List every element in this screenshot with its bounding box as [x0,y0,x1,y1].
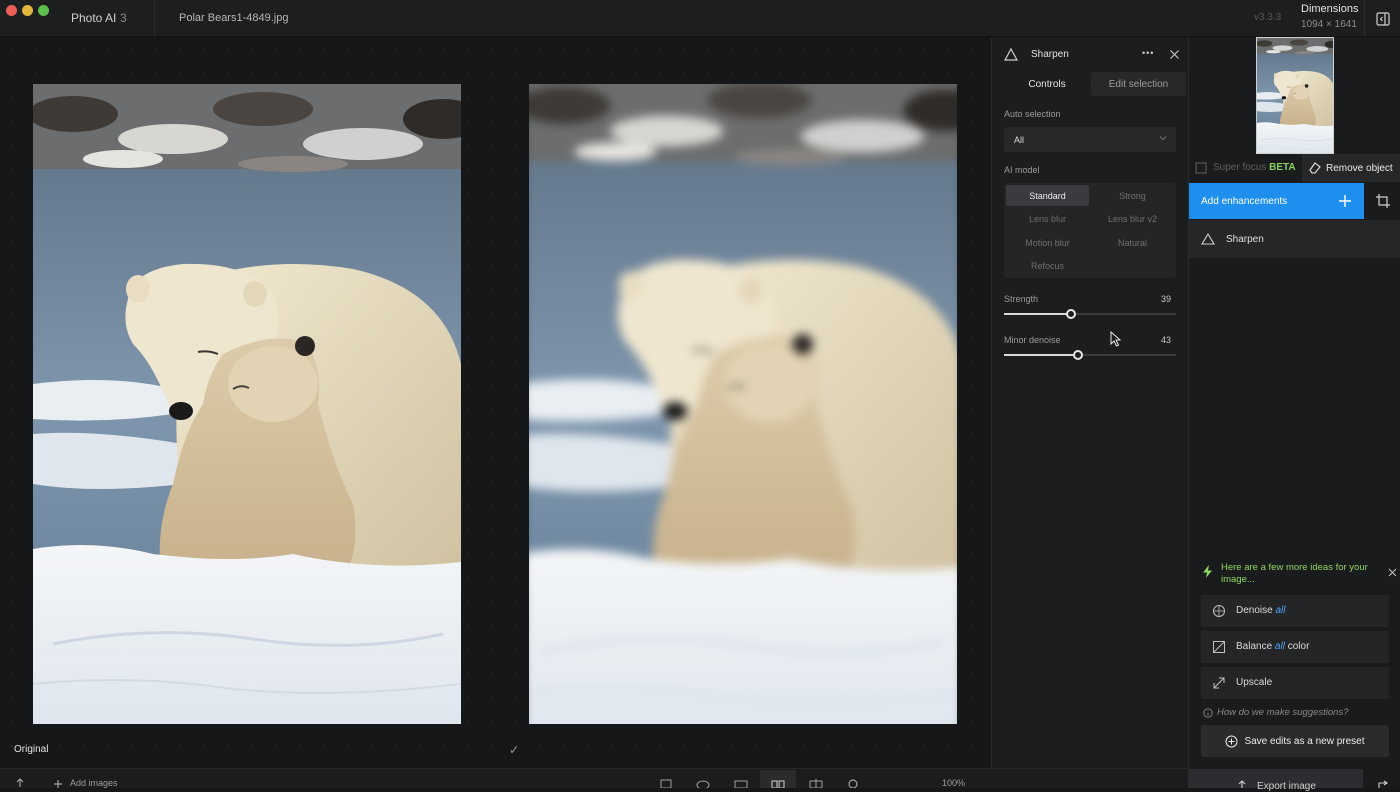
super-focus-button[interactable]: Super focus BETA [1213,162,1296,173]
upscale-icon [1213,677,1225,689]
strength-slider-handle[interactable] [1066,309,1076,319]
idea-suffix: color [1287,641,1310,652]
sharpen-triangle-icon [1004,48,1018,61]
idea-tag: all [1274,641,1285,652]
add-icon[interactable] [50,776,66,788]
ai-model-label: AI model [1004,165,1040,175]
lightning-icon [1203,565,1212,578]
split-view-icon[interactable] [808,776,824,788]
version-label: v3.3.3 [1254,12,1282,23]
title-bar: Photo AI 3 Polar Bears1-4849.jpg v3.3.3 … [0,0,1400,37]
side-by-side-icon [771,780,785,788]
export-icon [1238,780,1246,788]
panel-title: Sharpen [1031,49,1069,60]
sharpen-triangle-icon [1201,233,1215,245]
idea-label: Upscale [1236,677,1273,688]
auto-selection-value: All [1014,135,1025,145]
dimensions-value: 1094 × 1641 [1301,19,1357,30]
chevron-down-icon [1159,136,1167,141]
more-options-button[interactable]: ••• [1142,48,1154,58]
save-preset-label: Save edits as a new preset [1244,735,1365,747]
model-refocus[interactable]: Refocus [1006,255,1089,276]
check-icon: ✓ [509,743,520,757]
save-preset-button[interactable]: Save edits as a new preset [1201,725,1389,757]
plus-icon [1339,195,1351,207]
zoom-icon[interactable] [846,776,862,788]
close-icon[interactable] [1388,568,1397,577]
idea-label: Denoise [1236,605,1273,616]
image-count: 3 [120,11,127,25]
share-icon[interactable] [1377,780,1389,788]
close-icon[interactable] [1169,49,1180,60]
enhancement-label: Sharpen [1226,234,1264,245]
divider [154,0,155,37]
minor-denoise-value[interactable]: 43 [1161,335,1171,345]
remove-object-label: Remove object [1326,162,1393,174]
polar-bears-preview-photo [529,84,957,724]
plus-circle-icon [1225,735,1238,747]
image-thumbnail[interactable] [1256,37,1334,154]
file-name: Polar Bears1-4849.jpg [179,12,289,24]
model-standard[interactable]: Standard [1006,185,1089,206]
add-enhancements-label: Add enhancements [1201,196,1288,207]
model-lens-blur[interactable]: Lens blur [1006,208,1089,229]
model-lens-blur-v2[interactable]: Lens blur v2 [1091,208,1174,229]
strength-slider-fill [1004,313,1071,315]
bottom-toolbar [0,768,1188,788]
compare-icon[interactable] [658,776,674,788]
thumbnail-photo [1257,38,1334,154]
zoom-level[interactable]: 100% [942,778,965,788]
single-view-icon[interactable] [733,776,749,788]
sidebar-toggle-icon [1375,11,1390,26]
idea-denoise[interactable]: Denoise all [1201,595,1389,627]
tab-controls[interactable]: Controls [1005,72,1089,96]
auto-selection-label: Auto selection [1004,109,1061,119]
maximize-window-button[interactable] [38,5,49,16]
super-focus-icon [1195,162,1207,174]
idea-balance-color[interactable]: Balance all color [1201,631,1389,663]
auto-selection-dropdown[interactable]: All [1004,127,1176,152]
minor-denoise-slider-handle[interactable] [1073,350,1083,360]
idea-label: Balance [1236,641,1273,652]
app-name: Photo AI [71,11,117,25]
strength-label: Strength [1004,294,1039,304]
tab-edit-selection[interactable]: Edit selection [1091,72,1186,96]
how-suggestions-link[interactable]: How do we make suggestions? [1217,707,1349,718]
denoise-icon [1213,605,1225,617]
export-image-button[interactable]: Export image [1189,769,1363,792]
idea-upscale[interactable]: Upscale [1201,667,1389,699]
ideas-title: Here are a few more ideas for your image… [1221,562,1368,585]
model-strong[interactable]: Strong [1091,185,1174,206]
balance-color-icon [1213,641,1225,653]
original-image[interactable] [33,84,461,724]
enhancement-item-sharpen[interactable]: Sharpen [1189,220,1400,258]
original-label: Original [14,744,49,755]
minor-denoise-slider-fill [1004,354,1078,356]
add-images-button[interactable]: Add images [70,778,118,788]
close-window-button[interactable] [6,5,17,16]
eye-icon[interactable] [695,776,711,788]
export-label: Export image [1257,781,1316,792]
model-motion-blur[interactable]: Motion blur [1006,232,1089,253]
polar-bears-photo [33,84,461,724]
info-icon [1203,708,1213,718]
minimize-window-button[interactable] [22,5,33,16]
super-focus-label: Super focus [1213,162,1267,173]
beta-badge: BETA [1269,162,1296,173]
eraser-icon [1309,162,1321,174]
idea-tag: all [1275,605,1286,616]
upload-icon[interactable] [12,776,28,788]
dimensions-label: Dimensions [1301,3,1359,15]
model-natural[interactable]: Natural [1091,232,1174,253]
minor-denoise-label: Minor denoise [1004,335,1061,345]
panel-tabs: Controls Edit selection [1005,72,1186,96]
crop-icon[interactable] [1375,193,1391,209]
strength-value[interactable]: 39 [1161,294,1171,304]
mouse-cursor-icon [1110,331,1122,347]
panel-toggle-button[interactable] [1364,0,1400,37]
preview-image[interactable] [529,84,957,724]
